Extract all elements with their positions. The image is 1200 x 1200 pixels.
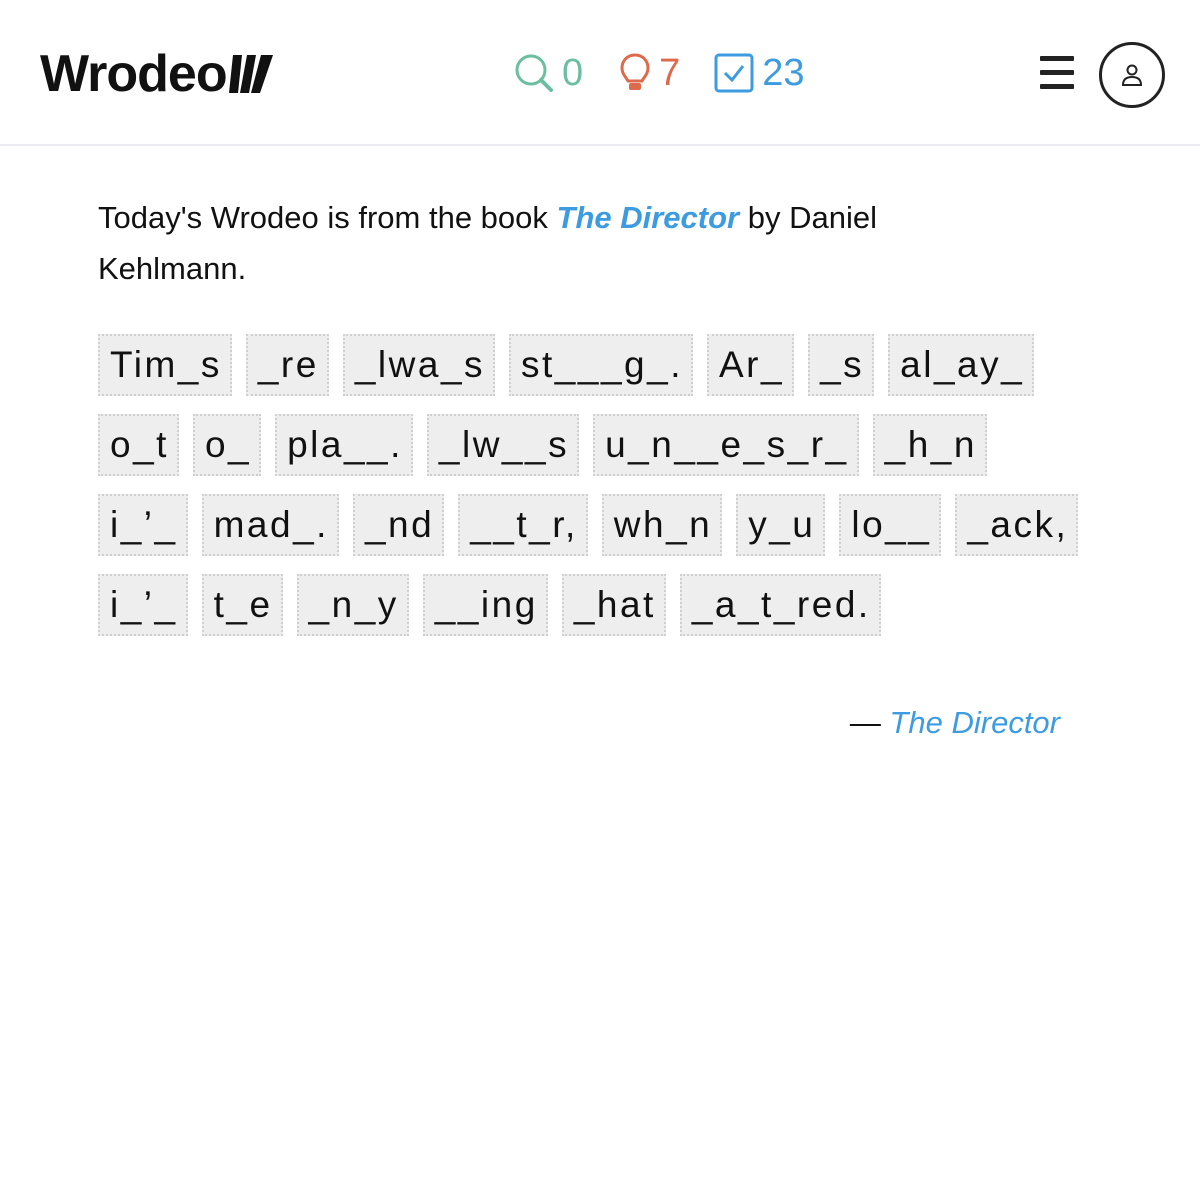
word-tile[interactable]: Tim_s [98,334,232,396]
top-bar: Wrodeo 0 7 23 [0,0,1200,146]
solved-stat[interactable]: 23 [714,50,805,96]
word-tile[interactable]: _nd [352,494,445,556]
word-tile[interactable]: mad_. [201,494,339,556]
word-tile[interactable]: _lwa_s [342,334,496,396]
word-tile[interactable]: i_’_ [98,574,188,636]
word-tile[interactable]: _hat [561,574,666,636]
puzzle-tiles: Tim_s _re _lwa_s st___g_. Ar_ _s al_ay_ o_t o_ pl… [98,334,1098,654]
main-content: Today's Wrodeo is from the book The Dire… [98,192,1098,654]
word-tile[interactable]: st___g_. [509,334,693,396]
word-tile[interactable]: i_’_ [98,494,188,556]
word-tile[interactable]: wh_n [601,494,723,556]
word-tile[interactable]: __t_r, [458,494,588,556]
hint-count: 7 [659,52,681,94]
word-tile[interactable]: u_n__e_s_r_ [593,414,859,476]
wrodeo-logo[interactable]: Wrodeo [40,44,273,104]
word-tile[interactable]: _n_y [296,574,409,636]
word-tile[interactable]: _s [808,334,875,396]
search-icon [515,54,553,92]
hamburger-menu-icon [1040,70,1074,75]
hamburger-menu-button[interactable] [1040,56,1076,90]
word-tile[interactable]: _lw__s [426,414,580,476]
hint-stat[interactable]: 7 [619,50,680,96]
intro-text: Today's Wrodeo is from the book The Dire… [98,192,978,294]
hamburger-menu-icon [1040,84,1074,89]
word-tile[interactable]: y_u [736,494,826,556]
book-title-link[interactable]: The Director [557,200,740,235]
word-tile[interactable]: _h_n [872,414,987,476]
search-count: 0 [562,52,584,94]
lightbulb-icon [620,53,650,90]
hamburger-menu-icon [1040,56,1074,61]
intro-prefix: Today's Wrodeo is from the book [98,200,557,235]
word-tile[interactable]: _a_t_red. [679,574,881,636]
account-button[interactable] [1099,42,1165,108]
user-icon [1121,64,1143,86]
word-tile[interactable]: o_t [98,414,179,476]
word-tile[interactable]: al_ay_ [888,334,1035,396]
word-tile[interactable]: _re [245,334,329,396]
search-stat[interactable]: 0 [514,50,583,96]
word-tile[interactable]: pla__. [275,414,413,476]
word-tile[interactable]: __ing [422,574,548,636]
stats-bar: 0 7 23 [514,50,805,96]
word-tile[interactable]: _ack, [955,494,1079,556]
checkbox-icon [714,53,754,93]
word-tile[interactable]: lo__ [839,494,942,556]
attribution-dash: — [849,705,890,740]
logo-mark-icon [228,55,273,93]
word-tile[interactable]: t_e [201,574,283,636]
word-tile[interactable]: o_ [192,414,262,476]
logo-text: Wrodeo [40,45,228,103]
attribution-title-link[interactable]: The Director [889,705,1060,740]
word-tile[interactable]: Ar_ [706,334,795,396]
attribution: — The Director [850,702,1060,744]
solved-count: 23 [762,52,805,94]
